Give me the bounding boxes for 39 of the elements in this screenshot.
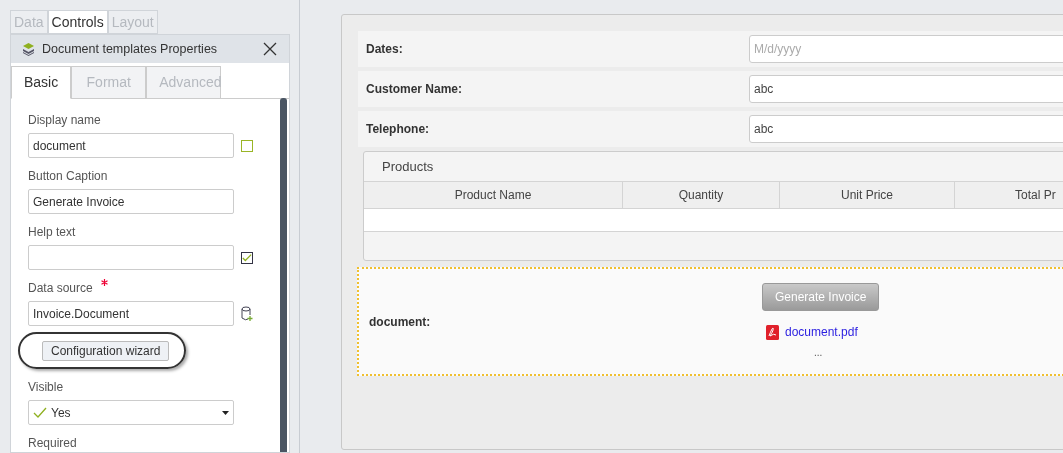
pdf-file-icon — [766, 324, 779, 340]
products-title: Products — [381, 157, 435, 176]
more-text: ... — [814, 346, 823, 360]
column-header: Product Name — [364, 182, 623, 208]
field-label: document: — [368, 313, 432, 331]
panel-title: Document templates Properties — [42, 40, 219, 58]
select-value: Yes — [51, 404, 71, 422]
tab[interactable]: Controls — [47, 10, 108, 34]
scrollbar[interactable] — [280, 98, 287, 452]
database-add-icon[interactable] — [241, 305, 253, 322]
select-field[interactable]: Yes — [28, 400, 234, 425]
field-label: Data source — [28, 280, 93, 297]
text-field[interactable]: Invoice.Document — [28, 301, 234, 326]
field-label: Help text — [28, 224, 76, 241]
tab[interactable]: Basic — [11, 66, 72, 99]
check-icon — [33, 406, 47, 419]
checkbox[interactable] — [241, 139, 253, 152]
field-label: Telephone: — [365, 121, 431, 138]
text-field[interactable]: abc — [749, 75, 1063, 103]
text-field[interactable]: abc — [749, 115, 1063, 143]
field-label: Button Caption — [28, 168, 108, 185]
field-label: Required — [28, 435, 77, 452]
field-label: Customer Name: — [365, 81, 464, 98]
checked-checkbox[interactable] — [241, 251, 253, 264]
field-label: Dates: — [365, 41, 404, 58]
text-field[interactable] — [28, 245, 234, 270]
file-link[interactable]: document.pdf — [785, 323, 858, 341]
layers-icon — [23, 42, 34, 56]
column-header: Quantity — [623, 182, 780, 208]
text-field[interactable]: document — [28, 133, 234, 158]
text-field[interactable]: Generate Invoice — [28, 189, 234, 214]
column-header: Total Pr — [955, 182, 1063, 208]
configuration-wizard-button[interactable]: Configuration wizard — [42, 340, 170, 361]
text-field[interactable]: M/d/yyyy — [749, 35, 1063, 63]
field-label: Visible — [28, 379, 64, 396]
close-icon[interactable] — [263, 42, 277, 56]
column-header: Unit Price — [780, 182, 955, 208]
dropdown-caret-icon — [222, 410, 229, 415]
field-label: Display name — [28, 112, 101, 129]
